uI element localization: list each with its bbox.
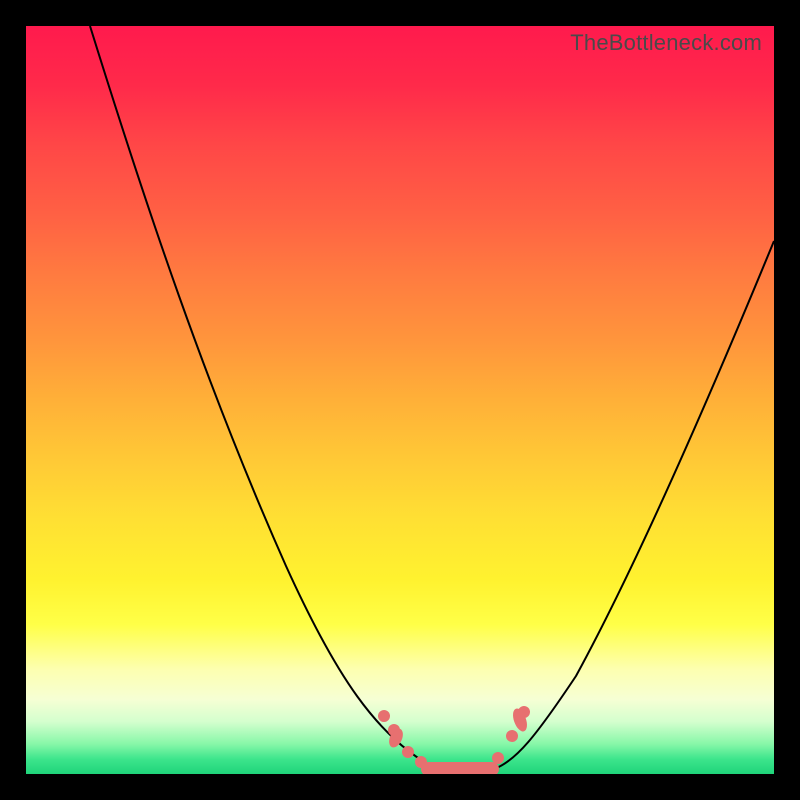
curve-marker [492, 752, 504, 764]
curve-marker [388, 724, 400, 736]
curve-marker [378, 710, 390, 722]
curve-marker [506, 730, 518, 742]
curve-marker [518, 706, 530, 718]
curve-marker [415, 756, 427, 768]
watermark-text: TheBottleneck.com [570, 30, 762, 56]
chart-area: TheBottleneck.com [26, 26, 774, 774]
curve-marker [386, 726, 405, 749]
left-curve [90, 26, 436, 769]
curve-marker [402, 746, 414, 758]
curves-svg [26, 26, 774, 774]
right-curve [494, 241, 774, 769]
curve-marker [510, 707, 529, 734]
